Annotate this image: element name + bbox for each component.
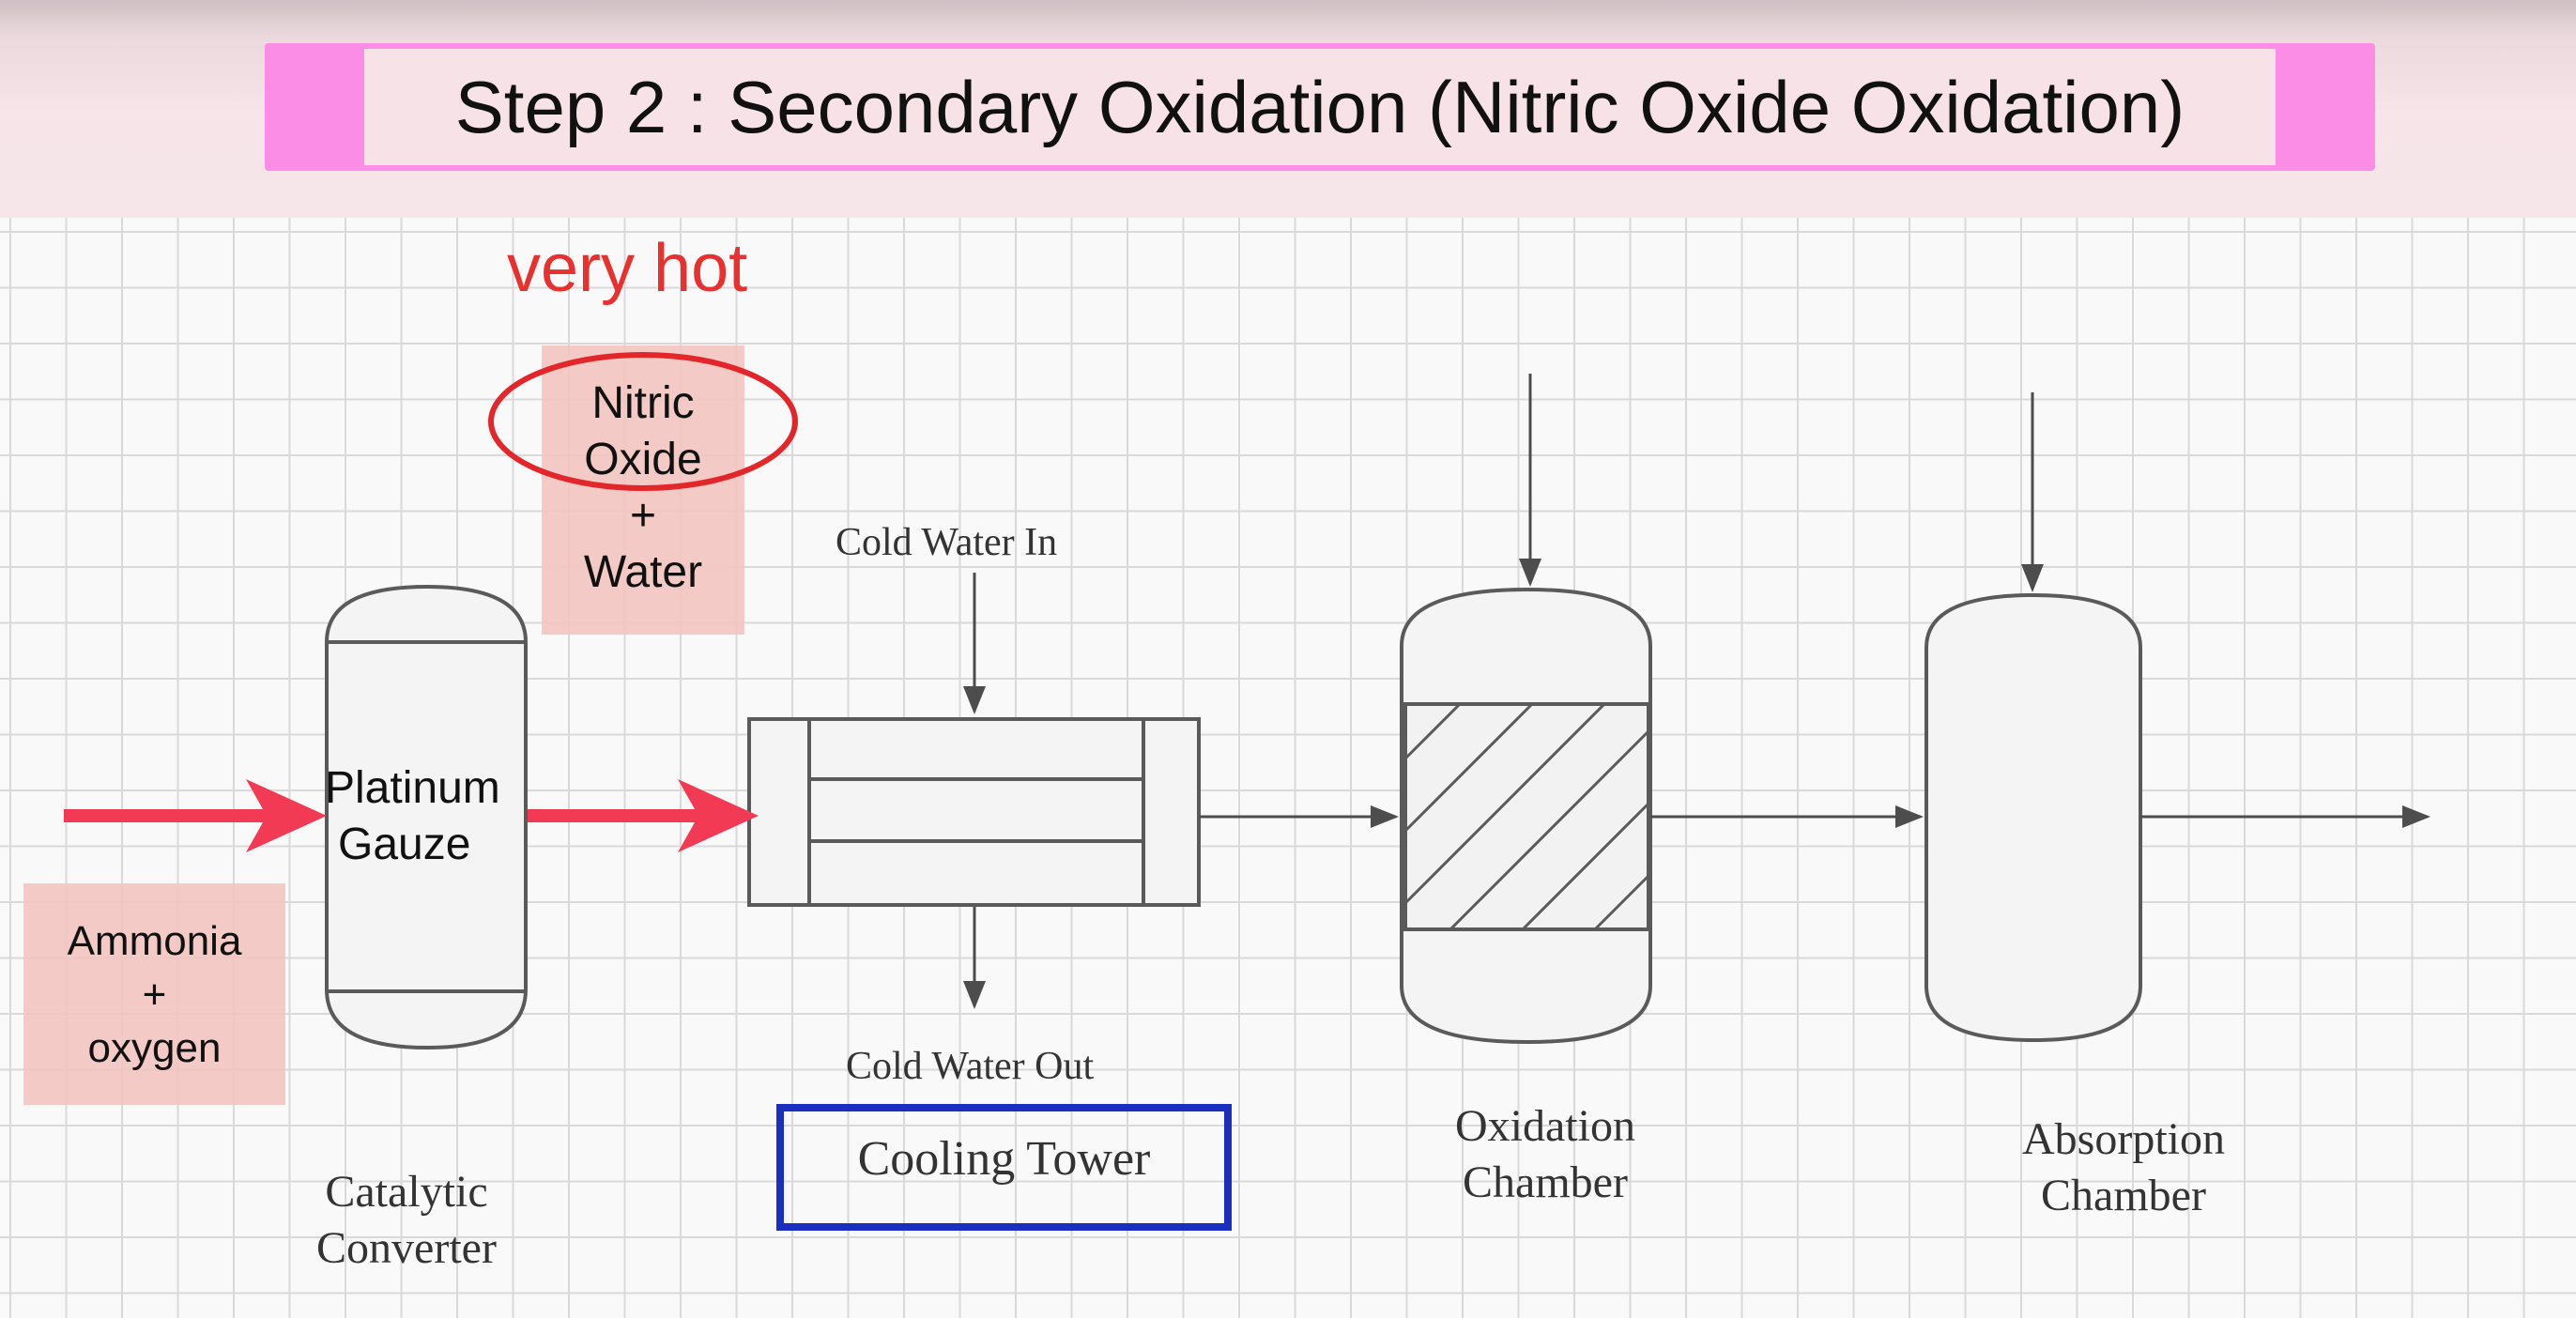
oxidation-chamber-label-line: Oxidation <box>1455 1101 1635 1151</box>
absorption-chamber-label-line: Chamber <box>2041 1171 2206 1220</box>
catalytic-converter-label-line: Catalytic <box>325 1167 488 1217</box>
oxidation-chamber-vessel <box>1400 587 1652 1045</box>
feed-note-line: oxygen <box>87 1025 222 1071</box>
product-note-line: Oxide <box>584 435 702 484</box>
catalyst-label-line: Platinum <box>325 763 500 813</box>
product-arrow-shaft <box>528 809 702 822</box>
heat-exchanger <box>747 717 1201 907</box>
product-note-text: Nitric Oxide + Water <box>542 375 744 601</box>
catalyst-label-line: Gauze <box>338 820 471 869</box>
absorption-chamber-label: Absorption Chamber <box>1981 1111 2266 1224</box>
very-hot-annotation: very hot <box>507 231 748 306</box>
flow-arrows <box>963 374 2430 1009</box>
oxidation-chamber-label: Oxidation Chamber <box>1408 1098 1682 1211</box>
absorption-chamber-label-line: Absorption <box>2022 1114 2225 1164</box>
catalytic-converter-label-line: Converter <box>316 1223 497 1273</box>
feed-note-text: Ammonia + oxygen <box>23 914 285 1075</box>
oxidation-chamber-label-line: Chamber <box>1463 1157 1628 1207</box>
absorption-chamber-vessel <box>1924 592 2142 1043</box>
feed-note-line: + <box>142 972 167 1018</box>
cold-water-in-label: Cold Water In <box>836 521 1058 564</box>
feed-note-line: Ammonia <box>67 918 242 964</box>
product-note-line: + <box>629 491 657 541</box>
catalytic-converter-label: Catalytic Converter <box>282 1164 531 1277</box>
product-note-line: Nitric <box>591 378 695 428</box>
cooling-tower-label: Cooling Tower <box>857 1132 1151 1186</box>
product-note-line: Water <box>583 547 703 597</box>
catalyst-label: Platinum Gauze <box>325 760 500 873</box>
feed-arrow-shaft <box>64 809 272 822</box>
cold-water-out-label: Cold Water Out <box>846 1045 1095 1088</box>
